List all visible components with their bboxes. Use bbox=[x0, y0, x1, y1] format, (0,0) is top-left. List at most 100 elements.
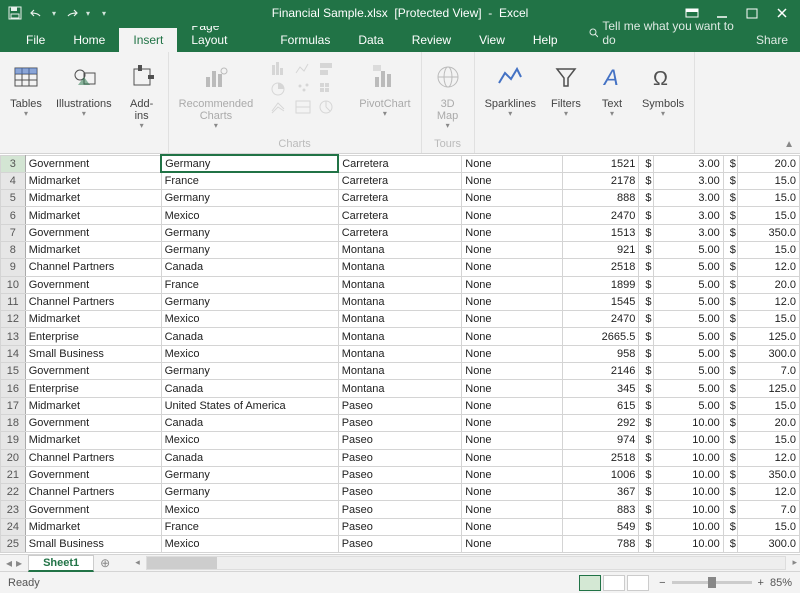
cell[interactable]: 921 bbox=[563, 241, 639, 258]
cell[interactable]: $ bbox=[723, 432, 737, 449]
cell[interactable]: None bbox=[462, 466, 563, 483]
cell[interactable]: Montana bbox=[338, 241, 462, 258]
cell[interactable]: Montana bbox=[338, 380, 462, 397]
cell[interactable]: 788 bbox=[563, 536, 639, 553]
cell[interactable]: Paseo bbox=[338, 518, 462, 535]
cell[interactable]: Montana bbox=[338, 259, 462, 276]
cell[interactable]: None bbox=[462, 155, 563, 172]
cell[interactable]: $ bbox=[639, 293, 653, 310]
table-row[interactable]: 22Channel PartnersGermanyPaseoNone367$10… bbox=[1, 484, 800, 501]
cell[interactable]: None bbox=[462, 328, 563, 345]
ribbon-add--ins-button[interactable]: Add-ins▾ bbox=[120, 56, 164, 132]
cell[interactable]: 300.0 bbox=[738, 345, 800, 362]
cell[interactable]: United States of America bbox=[161, 397, 338, 414]
row-header[interactable]: 3 bbox=[1, 155, 26, 172]
undo-dropdown-icon[interactable]: ▾ bbox=[52, 9, 56, 18]
cell[interactable]: $ bbox=[723, 190, 737, 207]
table-row[interactable]: 15GovernmentGermanyMontanaNone2146$5.00$… bbox=[1, 363, 800, 380]
cell[interactable]: 883 bbox=[563, 501, 639, 518]
cell[interactable]: Government bbox=[25, 414, 161, 431]
cell[interactable]: 1545 bbox=[563, 293, 639, 310]
cell[interactable]: 7.0 bbox=[738, 501, 800, 518]
cell[interactable]: 5.00 bbox=[653, 311, 723, 328]
collapse-ribbon-icon[interactable]: ▲ bbox=[784, 139, 794, 150]
cell[interactable]: 1521 bbox=[563, 155, 639, 172]
cell[interactable]: Mexico bbox=[161, 345, 338, 362]
normal-view-button[interactable] bbox=[579, 575, 601, 591]
row-header[interactable]: 18 bbox=[1, 414, 26, 431]
cell[interactable]: 15.0 bbox=[738, 311, 800, 328]
cell[interactable]: $ bbox=[639, 207, 653, 224]
row-header[interactable]: 14 bbox=[1, 345, 26, 362]
cell[interactable]: Germany bbox=[161, 363, 338, 380]
row-header[interactable]: 25 bbox=[1, 536, 26, 553]
cell[interactable]: $ bbox=[723, 363, 737, 380]
row-header[interactable]: 6 bbox=[1, 207, 26, 224]
cell[interactable]: None bbox=[462, 363, 563, 380]
cell[interactable]: 5.00 bbox=[653, 293, 723, 310]
worksheet-grid[interactable]: 3GovernmentGermanyCarreteraNone1521$3.00… bbox=[0, 154, 800, 554]
cell[interactable]: Germany bbox=[161, 293, 338, 310]
cell[interactable]: $ bbox=[639, 518, 653, 535]
table-row[interactable]: 9Channel PartnersCanadaMontanaNone2518$5… bbox=[1, 259, 800, 276]
cell[interactable]: $ bbox=[639, 397, 653, 414]
cell[interactable]: None bbox=[462, 484, 563, 501]
table-row[interactable]: 20Channel PartnersCanadaPaseoNone2518$10… bbox=[1, 449, 800, 466]
cell[interactable]: France bbox=[161, 172, 338, 189]
share-button[interactable]: Share bbox=[744, 28, 800, 52]
ribbon-filters-button[interactable]: Filters▾ bbox=[544, 56, 588, 120]
cell[interactable]: 12.0 bbox=[738, 293, 800, 310]
cell[interactable]: 15.0 bbox=[738, 207, 800, 224]
cell[interactable]: $ bbox=[723, 518, 737, 535]
table-row[interactable]: 4MidmarketFranceCarreteraNone2178$3.00$1… bbox=[1, 172, 800, 189]
tab-help[interactable]: Help bbox=[519, 28, 572, 52]
tab-view[interactable]: View bbox=[465, 28, 519, 52]
cell[interactable]: 5.00 bbox=[653, 241, 723, 258]
cell[interactable]: $ bbox=[723, 466, 737, 483]
cell[interactable]: 15.0 bbox=[738, 432, 800, 449]
cell[interactable]: Paseo bbox=[338, 432, 462, 449]
cell[interactable]: 15.0 bbox=[738, 397, 800, 414]
cell[interactable]: $ bbox=[723, 224, 737, 241]
cell[interactable]: 10.00 bbox=[653, 449, 723, 466]
cell[interactable]: 3.00 bbox=[653, 190, 723, 207]
undo-icon[interactable] bbox=[30, 6, 44, 20]
row-header[interactable]: 8 bbox=[1, 241, 26, 258]
cell[interactable]: 3.00 bbox=[653, 224, 723, 241]
cell[interactable]: $ bbox=[723, 501, 737, 518]
cell[interactable]: $ bbox=[723, 311, 737, 328]
table-row[interactable]: 10GovernmentFranceMontanaNone1899$5.00$2… bbox=[1, 276, 800, 293]
cell[interactable]: $ bbox=[639, 276, 653, 293]
tab-review[interactable]: Review bbox=[398, 28, 465, 52]
cell[interactable]: Channel Partners bbox=[25, 259, 161, 276]
table-row[interactable]: 12MidmarketMexicoMontanaNone2470$5.00$15… bbox=[1, 311, 800, 328]
cell[interactable]: None bbox=[462, 207, 563, 224]
cell[interactable]: None bbox=[462, 536, 563, 553]
page-break-view-button[interactable] bbox=[627, 575, 649, 591]
cell[interactable]: 125.0 bbox=[738, 380, 800, 397]
ribbon-symbols-button[interactable]: ΩSymbols▾ bbox=[636, 56, 690, 120]
cell[interactable]: Montana bbox=[338, 328, 462, 345]
redo-dropdown-icon[interactable]: ▾ bbox=[86, 9, 90, 18]
cell[interactable]: $ bbox=[639, 172, 653, 189]
cell[interactable]: Germany bbox=[161, 484, 338, 501]
cell[interactable]: $ bbox=[723, 484, 737, 501]
cell[interactable]: 12.0 bbox=[738, 484, 800, 501]
zoom-level[interactable]: 85% bbox=[770, 577, 792, 589]
cell[interactable]: $ bbox=[723, 449, 737, 466]
cell[interactable]: Montana bbox=[338, 363, 462, 380]
cell[interactable]: 10.00 bbox=[653, 518, 723, 535]
cell[interactable]: None bbox=[462, 276, 563, 293]
cell[interactable]: Paseo bbox=[338, 501, 462, 518]
cell[interactable]: $ bbox=[639, 155, 653, 172]
cell[interactable]: None bbox=[462, 345, 563, 362]
cell[interactable]: 2518 bbox=[563, 449, 639, 466]
cell[interactable]: Montana bbox=[338, 276, 462, 293]
cell[interactable]: $ bbox=[723, 241, 737, 258]
tab-file[interactable]: File bbox=[12, 28, 59, 52]
cell[interactable]: $ bbox=[723, 293, 737, 310]
cell[interactable]: 5.00 bbox=[653, 380, 723, 397]
cell[interactable]: None bbox=[462, 311, 563, 328]
tab-home[interactable]: Home bbox=[59, 28, 119, 52]
cell[interactable]: Paseo bbox=[338, 414, 462, 431]
